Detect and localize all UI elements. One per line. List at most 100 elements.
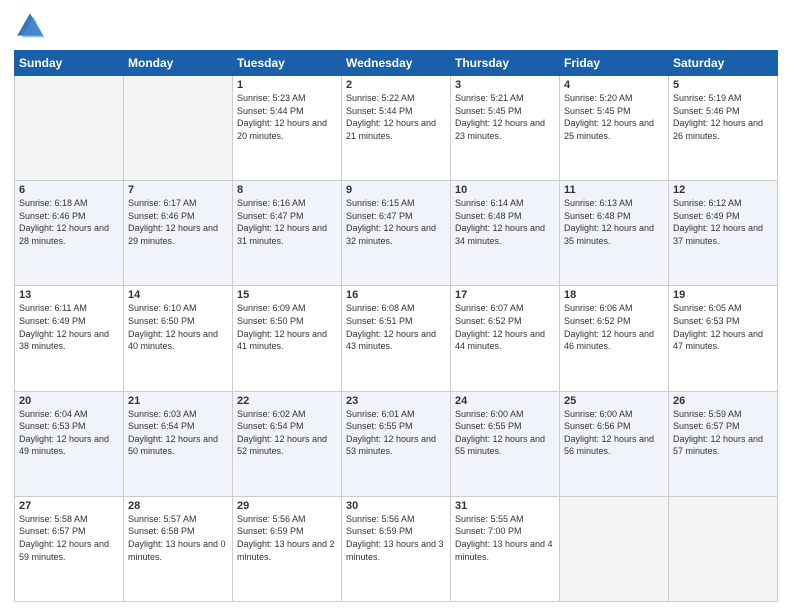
calendar-cell: 19Sunrise: 6:05 AMSunset: 6:53 PMDayligh… <box>669 286 778 391</box>
day-number: 3 <box>455 79 555 91</box>
day-number: 7 <box>128 184 228 196</box>
calendar-cell: 6Sunrise: 6:18 AMSunset: 6:46 PMDaylight… <box>15 181 124 286</box>
day-info: Sunrise: 6:12 AMSunset: 6:49 PMDaylight:… <box>673 197 773 247</box>
day-info: Sunrise: 6:07 AMSunset: 6:52 PMDaylight:… <box>455 302 555 352</box>
calendar-cell: 12Sunrise: 6:12 AMSunset: 6:49 PMDayligh… <box>669 181 778 286</box>
calendar-cell <box>124 76 233 181</box>
calendar-cell: 8Sunrise: 6:16 AMSunset: 6:47 PMDaylight… <box>233 181 342 286</box>
day-info: Sunrise: 5:57 AMSunset: 6:58 PMDaylight:… <box>128 513 228 563</box>
day-number: 30 <box>346 500 446 512</box>
calendar-week-2: 6Sunrise: 6:18 AMSunset: 6:46 PMDaylight… <box>15 181 778 286</box>
calendar-cell: 31Sunrise: 5:55 AMSunset: 7:00 PMDayligh… <box>451 496 560 601</box>
calendar-cell: 20Sunrise: 6:04 AMSunset: 6:53 PMDayligh… <box>15 391 124 496</box>
day-header-tuesday: Tuesday <box>233 51 342 76</box>
calendar-cell <box>15 76 124 181</box>
day-info: Sunrise: 5:58 AMSunset: 6:57 PMDaylight:… <box>19 513 119 563</box>
day-number: 31 <box>455 500 555 512</box>
day-info: Sunrise: 6:06 AMSunset: 6:52 PMDaylight:… <box>564 302 664 352</box>
calendar-cell: 17Sunrise: 6:07 AMSunset: 6:52 PMDayligh… <box>451 286 560 391</box>
day-header-wednesday: Wednesday <box>342 51 451 76</box>
calendar-cell: 13Sunrise: 6:11 AMSunset: 6:49 PMDayligh… <box>15 286 124 391</box>
day-number: 6 <box>19 184 119 196</box>
calendar-cell: 11Sunrise: 6:13 AMSunset: 6:48 PMDayligh… <box>560 181 669 286</box>
day-number: 15 <box>237 289 337 301</box>
day-info: Sunrise: 6:02 AMSunset: 6:54 PMDaylight:… <box>237 408 337 458</box>
day-number: 12 <box>673 184 773 196</box>
calendar-cell: 22Sunrise: 6:02 AMSunset: 6:54 PMDayligh… <box>233 391 342 496</box>
calendar-cell: 28Sunrise: 5:57 AMSunset: 6:58 PMDayligh… <box>124 496 233 601</box>
day-number: 13 <box>19 289 119 301</box>
logo <box>14 10 52 42</box>
day-number: 27 <box>19 500 119 512</box>
day-header-thursday: Thursday <box>451 51 560 76</box>
day-number: 17 <box>455 289 555 301</box>
calendar-week-5: 27Sunrise: 5:58 AMSunset: 6:57 PMDayligh… <box>15 496 778 601</box>
calendar-cell <box>560 496 669 601</box>
day-number: 20 <box>19 395 119 407</box>
calendar-cell: 18Sunrise: 6:06 AMSunset: 6:52 PMDayligh… <box>560 286 669 391</box>
calendar-cell: 15Sunrise: 6:09 AMSunset: 6:50 PMDayligh… <box>233 286 342 391</box>
day-info: Sunrise: 6:11 AMSunset: 6:49 PMDaylight:… <box>19 302 119 352</box>
day-info: Sunrise: 5:55 AMSunset: 7:00 PMDaylight:… <box>455 513 555 563</box>
calendar-cell: 24Sunrise: 6:00 AMSunset: 6:55 PMDayligh… <box>451 391 560 496</box>
day-info: Sunrise: 6:03 AMSunset: 6:54 PMDaylight:… <box>128 408 228 458</box>
calendar-week-3: 13Sunrise: 6:11 AMSunset: 6:49 PMDayligh… <box>15 286 778 391</box>
calendar-week-1: 1Sunrise: 5:23 AMSunset: 5:44 PMDaylight… <box>15 76 778 181</box>
day-info: Sunrise: 6:00 AMSunset: 6:56 PMDaylight:… <box>564 408 664 458</box>
calendar-cell: 9Sunrise: 6:15 AMSunset: 6:47 PMDaylight… <box>342 181 451 286</box>
calendar-cell: 21Sunrise: 6:03 AMSunset: 6:54 PMDayligh… <box>124 391 233 496</box>
day-number: 19 <box>673 289 773 301</box>
day-number: 8 <box>237 184 337 196</box>
calendar-cell: 23Sunrise: 6:01 AMSunset: 6:55 PMDayligh… <box>342 391 451 496</box>
day-number: 24 <box>455 395 555 407</box>
page: SundayMondayTuesdayWednesdayThursdayFrid… <box>0 0 792 612</box>
day-number: 23 <box>346 395 446 407</box>
day-info: Sunrise: 6:15 AMSunset: 6:47 PMDaylight:… <box>346 197 446 247</box>
day-info: Sunrise: 6:00 AMSunset: 6:55 PMDaylight:… <box>455 408 555 458</box>
calendar-header-row: SundayMondayTuesdayWednesdayThursdayFrid… <box>15 51 778 76</box>
day-info: Sunrise: 5:59 AMSunset: 6:57 PMDaylight:… <box>673 408 773 458</box>
calendar-cell: 25Sunrise: 6:00 AMSunset: 6:56 PMDayligh… <box>560 391 669 496</box>
day-info: Sunrise: 5:23 AMSunset: 5:44 PMDaylight:… <box>237 92 337 142</box>
day-number: 9 <box>346 184 446 196</box>
day-header-friday: Friday <box>560 51 669 76</box>
day-info: Sunrise: 5:20 AMSunset: 5:45 PMDaylight:… <box>564 92 664 142</box>
day-info: Sunrise: 5:56 AMSunset: 6:59 PMDaylight:… <box>346 513 446 563</box>
day-info: Sunrise: 6:13 AMSunset: 6:48 PMDaylight:… <box>564 197 664 247</box>
day-info: Sunrise: 6:17 AMSunset: 6:46 PMDaylight:… <box>128 197 228 247</box>
calendar-cell: 7Sunrise: 6:17 AMSunset: 6:46 PMDaylight… <box>124 181 233 286</box>
calendar-cell: 30Sunrise: 5:56 AMSunset: 6:59 PMDayligh… <box>342 496 451 601</box>
day-number: 29 <box>237 500 337 512</box>
day-info: Sunrise: 6:09 AMSunset: 6:50 PMDaylight:… <box>237 302 337 352</box>
calendar-cell: 29Sunrise: 5:56 AMSunset: 6:59 PMDayligh… <box>233 496 342 601</box>
day-number: 14 <box>128 289 228 301</box>
day-number: 2 <box>346 79 446 91</box>
day-info: Sunrise: 5:21 AMSunset: 5:45 PMDaylight:… <box>455 92 555 142</box>
calendar-cell: 26Sunrise: 5:59 AMSunset: 6:57 PMDayligh… <box>669 391 778 496</box>
day-info: Sunrise: 6:01 AMSunset: 6:55 PMDaylight:… <box>346 408 446 458</box>
day-number: 18 <box>564 289 664 301</box>
day-number: 10 <box>455 184 555 196</box>
day-info: Sunrise: 6:16 AMSunset: 6:47 PMDaylight:… <box>237 197 337 247</box>
day-number: 4 <box>564 79 664 91</box>
calendar-cell: 5Sunrise: 5:19 AMSunset: 5:46 PMDaylight… <box>669 76 778 181</box>
calendar-cell: 2Sunrise: 5:22 AMSunset: 5:44 PMDaylight… <box>342 76 451 181</box>
day-number: 21 <box>128 395 228 407</box>
day-number: 5 <box>673 79 773 91</box>
header <box>14 10 778 42</box>
calendar-week-4: 20Sunrise: 6:04 AMSunset: 6:53 PMDayligh… <box>15 391 778 496</box>
calendar-table: SundayMondayTuesdayWednesdayThursdayFrid… <box>14 50 778 602</box>
calendar-cell: 3Sunrise: 5:21 AMSunset: 5:45 PMDaylight… <box>451 76 560 181</box>
day-info: Sunrise: 6:10 AMSunset: 6:50 PMDaylight:… <box>128 302 228 352</box>
calendar-cell: 4Sunrise: 5:20 AMSunset: 5:45 PMDaylight… <box>560 76 669 181</box>
day-number: 25 <box>564 395 664 407</box>
calendar-cell: 1Sunrise: 5:23 AMSunset: 5:44 PMDaylight… <box>233 76 342 181</box>
day-info: Sunrise: 6:04 AMSunset: 6:53 PMDaylight:… <box>19 408 119 458</box>
day-number: 16 <box>346 289 446 301</box>
day-info: Sunrise: 5:56 AMSunset: 6:59 PMDaylight:… <box>237 513 337 563</box>
day-number: 1 <box>237 79 337 91</box>
day-number: 28 <box>128 500 228 512</box>
calendar-cell: 27Sunrise: 5:58 AMSunset: 6:57 PMDayligh… <box>15 496 124 601</box>
calendar-cell <box>669 496 778 601</box>
day-header-saturday: Saturday <box>669 51 778 76</box>
